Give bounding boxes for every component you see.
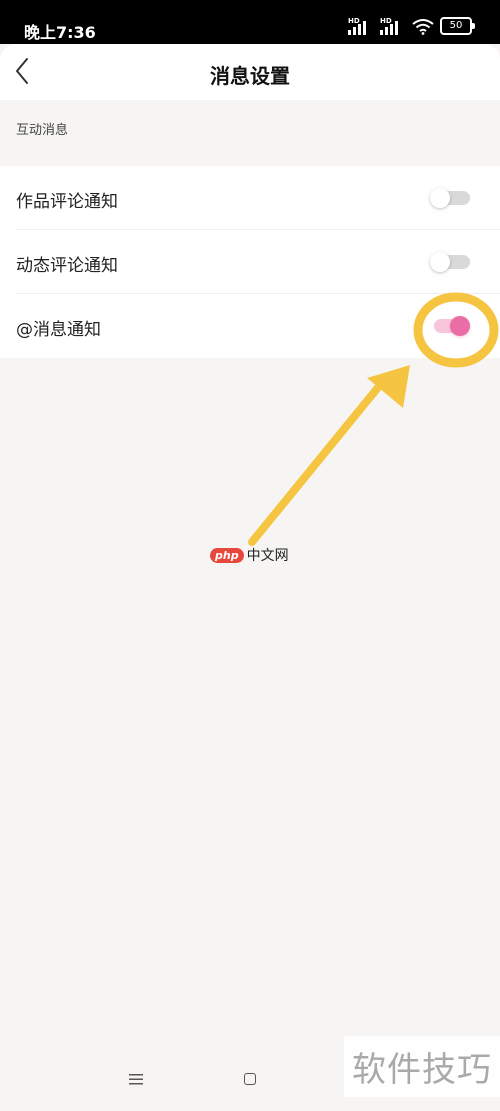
setting-row-work-comments[interactable]: 作品评论通知 — [0, 166, 500, 230]
status-bar: 晚上7:36 HD HD 50 — [0, 0, 500, 44]
work-comments-toggle[interactable] — [430, 188, 470, 208]
watermark-php: php 中文网 — [210, 545, 289, 565]
mention-toggle[interactable] — [430, 316, 470, 336]
watermark-php-text: 中文网 — [246, 548, 289, 564]
menu-icon[interactable] — [128, 1072, 146, 1086]
home-icon[interactable] — [244, 1073, 256, 1085]
watermark-skills: 软件技巧 — [344, 1036, 500, 1097]
signal-icon: HD — [348, 17, 374, 35]
toggle-knob — [450, 316, 470, 336]
setting-label: 作品评论通知 — [16, 192, 118, 212]
wifi-icon — [412, 19, 434, 35]
php-logo-icon: php — [210, 547, 244, 563]
signal-hd-badge: HD — [380, 17, 392, 25]
section-label: 互动消息 — [16, 123, 69, 138]
settings-list: 作品评论通知 动态评论通知 @消息通知 — [0, 166, 500, 358]
battery-icon: 50 — [440, 17, 475, 35]
setting-label: @消息通知 — [16, 320, 101, 340]
setting-label: 动态评论通知 — [16, 256, 118, 276]
status-icons: HD HD 50 — [348, 17, 475, 35]
header: 消息设置 — [0, 44, 500, 100]
setting-row-mention[interactable]: @消息通知 — [0, 294, 500, 358]
signal-hd-badge: HD — [348, 17, 360, 25]
status-time: 晚上7:36 — [24, 23, 96, 42]
toggle-knob — [430, 188, 450, 208]
setting-row-post-comments[interactable]: 动态评论通知 — [0, 230, 500, 294]
post-comments-toggle[interactable] — [430, 252, 470, 272]
toggle-knob — [430, 252, 450, 272]
signal-icon: HD — [380, 17, 406, 35]
page-title: 消息设置 — [210, 64, 290, 88]
